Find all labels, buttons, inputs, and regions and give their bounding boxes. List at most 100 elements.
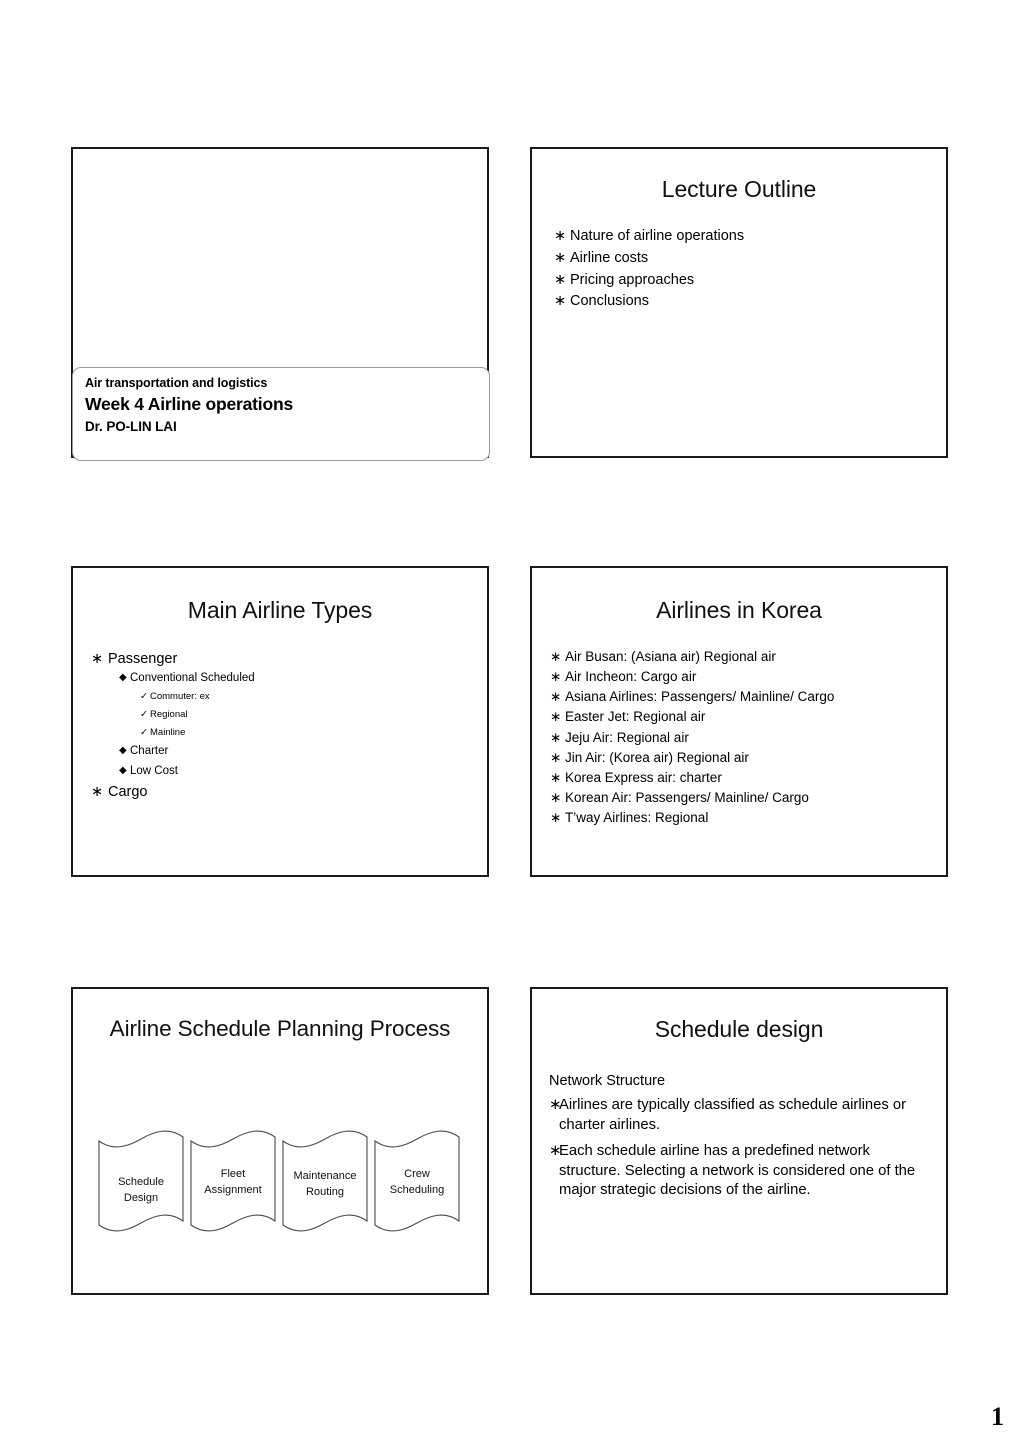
list-item-label: Charter (130, 745, 169, 758)
flow-step-line1: Crew (404, 1168, 430, 1180)
paragraph-text: Airlines are typically classified as sch… (559, 1097, 907, 1133)
slide-title-schedule-planning: Airline Schedule Planning Process (109, 1016, 451, 1041)
list-item-label: Conventional Scheduled (130, 671, 255, 684)
list-item: ∗ T’way Airlines: Regional (550, 810, 946, 826)
list-item: ◆ Low Cost (119, 765, 487, 778)
flow-step-line1: Fleet (221, 1168, 245, 1180)
list-item-label: Pricing approaches (570, 271, 695, 288)
list-item-label: Nature of airline operations (570, 228, 745, 244)
list-item: ∗ Air Busan: (Asiana air) Regional air (550, 649, 946, 665)
asterisk-bullet-icon: ∗ (550, 649, 562, 664)
diamond-bullet-icon: ◆ (119, 671, 127, 683)
list-item: ✓ Mainline (140, 727, 487, 738)
checkmark-bullet-icon: ✓ (140, 709, 148, 721)
list-item: ∗ Pricing approaches (554, 272, 946, 289)
list-item-label: Mainline (150, 727, 186, 739)
list-item: ∗ Nature of airline operations (554, 228, 946, 245)
list-item-label: Cargo (108, 783, 148, 800)
list-item-label: Easter Jet: Regional air (565, 709, 706, 725)
list-item: ∗ Korea Express air: charter (550, 770, 946, 786)
asterisk-bullet-icon: ∗ (554, 293, 567, 310)
list-item-label: Asiana Airlines: Passengers/ Mainline/ C… (565, 689, 835, 705)
asterisk-bullet-icon: ∗ (550, 729, 562, 745)
list-item-label: Regional (150, 709, 188, 721)
list-item-label: Jin Air: (Korea air) Regional air (565, 749, 749, 765)
asterisk-bullet-icon: ∗ (554, 271, 567, 288)
asterisk-bullet-icon: ∗ (91, 651, 104, 667)
asterisk-bullet-icon: ∗ (550, 669, 562, 685)
list-item-label: Korea Express air: charter (565, 769, 722, 785)
list-item-label: Commuter: ex (150, 691, 210, 703)
asterisk-bullet-icon: ∗ (91, 783, 104, 800)
flow-step-schedule-design: Schedule Design (98, 1130, 184, 1232)
page-number: 1 (991, 1402, 1004, 1431)
list-item-label: T’way Airlines: Regional (565, 810, 709, 826)
list-item: ◆ Conventional Scheduled (119, 672, 487, 685)
list-item-label: Air Incheon: Cargo air (565, 669, 697, 685)
checkmark-bullet-icon: ✓ (140, 727, 148, 739)
flow-step-crew-scheduling: Crew Scheduling (374, 1130, 460, 1232)
asterisk-bullet-icon: ∗ (550, 769, 562, 785)
list-item: ✓ Commuter: ex (140, 691, 487, 702)
asterisk-bullet-icon: ∗ (550, 689, 562, 705)
slide-title-airlines-in-korea: Airlines in Korea (656, 597, 822, 623)
list-item: ◆ Charter (119, 745, 487, 758)
checkmark-bullet-icon: ✓ (140, 691, 148, 703)
flow-step-line2: Assignment (204, 1184, 261, 1196)
slide-airline-schedule-planning-process: Airline Schedule Planning Process Schedu… (71, 987, 489, 1295)
schedule-design-body: Network Structure ∗ Airlines are typical… (532, 1073, 946, 1201)
flow-step-line2: Routing (306, 1186, 344, 1198)
list-item-label: Korean Air: Passengers/ Mainline/ Cargo (565, 790, 809, 806)
paragraph-text: Each schedule airline has a predefined n… (559, 1143, 916, 1199)
flow-step-line2: Scheduling (390, 1184, 444, 1196)
list-item-label: Air Busan: (Asiana air) Regional air (565, 649, 776, 664)
handout-page: Air transportation and logistics Week 4 … (0, 0, 1020, 1442)
list-item: ∗ Passenger (91, 651, 487, 668)
asterisk-bullet-icon: ∗ (550, 749, 562, 765)
diamond-bullet-icon: ◆ (119, 764, 127, 776)
slide-title-schedule-design: Schedule design (654, 1016, 824, 1042)
schedule-planning-flow-diagram: Schedule Design Fleet Assignment Mainten… (97, 1127, 469, 1239)
flow-step-fleet-assignment: Fleet Assignment (190, 1130, 276, 1232)
slide-title-lecture-outline: Lecture Outline (661, 176, 817, 202)
flow-step-maintenance-routing: Maintenance Routing (282, 1130, 368, 1232)
airlines-in-korea-list: ∗ Air Busan: (Asiana air) Regional air ∗… (532, 649, 946, 826)
list-item: ∗ Asiana Airlines: Passengers/ Mainline/… (550, 689, 946, 705)
list-item-label: Low Cost (130, 764, 178, 777)
list-item: ∗ Air Incheon: Cargo air (550, 669, 946, 685)
lecturer-name: Dr. PO-LIN LAI (85, 419, 177, 434)
slide-title-page: Air transportation and logistics Week 4 … (71, 147, 490, 461)
list-item: ∗ Airline costs (554, 250, 946, 267)
course-name: Air transportation and logistics (85, 376, 268, 390)
list-item: ✓ Regional (140, 709, 487, 720)
paragraph-item: ∗ Airlines are typically classified as s… (549, 1096, 932, 1135)
list-item-label: Conclusions (570, 293, 649, 310)
network-structure-heading: Network Structure (549, 1073, 666, 1089)
asterisk-bullet-icon: ∗ (549, 1143, 562, 1160)
flow-step-line1: Schedule (118, 1176, 164, 1188)
list-item: ∗ Cargo (91, 784, 487, 801)
slide-main-airline-types: Main Airline Types ∗ Passenger ◆ Convent… (71, 566, 489, 877)
asterisk-bullet-icon: ∗ (550, 790, 562, 806)
slide-lecture-outline: Lecture Outline ∗ Nature of airline oper… (530, 147, 948, 458)
lecture-topic: Week 4 Airline operations (85, 394, 293, 414)
paragraph-item: ∗ Each schedule airline has a predefined… (549, 1142, 932, 1201)
list-item-label: Passenger (108, 651, 178, 667)
asterisk-bullet-icon: ∗ (554, 228, 567, 244)
asterisk-bullet-icon: ∗ (550, 709, 562, 725)
flow-step-line2: Design (124, 1192, 158, 1204)
slide-schedule-design: Schedule design Network Structure ∗ Airl… (530, 987, 948, 1295)
list-item: ∗ Easter Jet: Regional air (550, 709, 946, 725)
list-item: ∗ Conclusions (554, 293, 946, 310)
list-item: ∗ Jeju Air: Regional air (550, 730, 946, 746)
asterisk-bullet-icon: ∗ (550, 810, 562, 826)
list-item: ∗ Korean Air: Passengers/ Mainline/ Carg… (550, 790, 946, 806)
list-item: ∗ Jin Air: (Korea air) Regional air (550, 750, 946, 766)
asterisk-bullet-icon: ∗ (549, 1097, 562, 1113)
list-item-label: Jeju Air: Regional air (565, 729, 689, 745)
title-banner-box: Air transportation and logistics Week 4 … (72, 367, 490, 461)
diamond-bullet-icon: ◆ (119, 745, 127, 757)
wave-shape-icon (190, 1130, 276, 1232)
airline-types-list: ∗ Passenger ◆ Conventional Scheduled ✓ C… (73, 651, 487, 801)
asterisk-bullet-icon: ∗ (554, 249, 567, 266)
